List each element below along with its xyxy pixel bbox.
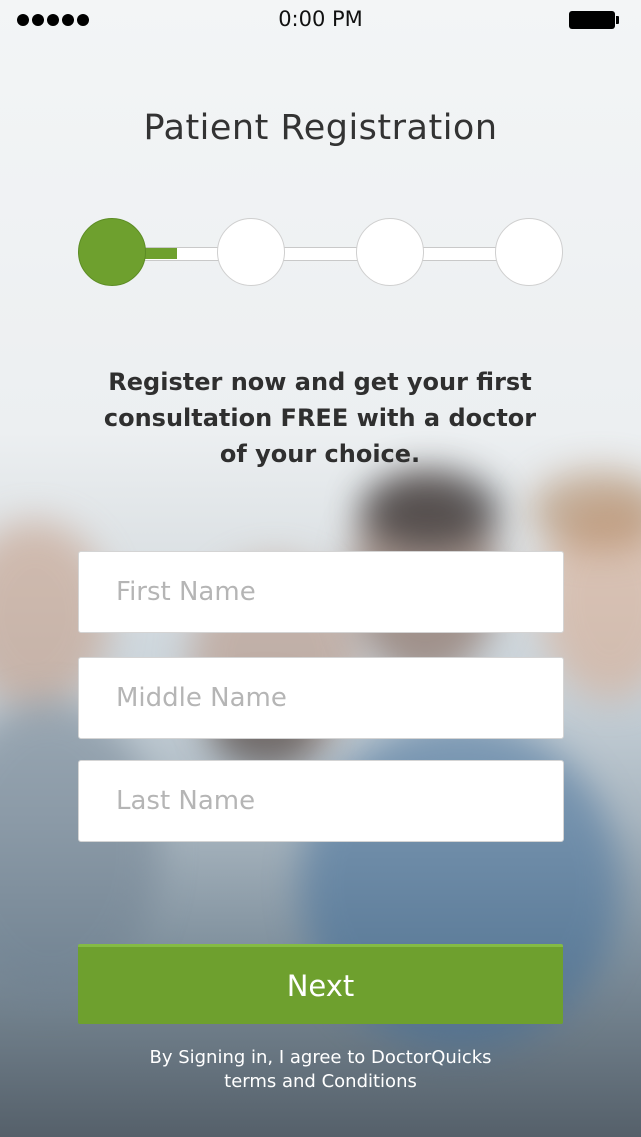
last-name-input[interactable]	[79, 761, 563, 841]
progress-stepper	[78, 218, 564, 290]
terms-link[interactable]: By Signing in, I agree to DoctorQuicks t…	[0, 1046, 641, 1094]
middle-name-field	[78, 657, 564, 739]
registration-screen: 0:00 PM Patient Registration Register no…	[0, 0, 641, 1137]
status-bar: 0:00 PM	[0, 0, 641, 40]
background-image	[360, 470, 500, 550]
promo-text: Register now and get your first consulta…	[80, 364, 560, 472]
terms-line: terms and Conditions	[224, 1071, 417, 1092]
page-title: Patient Registration	[143, 108, 498, 148]
promo-line: of your choice.	[219, 440, 421, 468]
terms-line: By Signing in, I agree to DoctorQuicks	[149, 1047, 492, 1068]
first-name-input[interactable]	[79, 552, 563, 632]
promo-line: Register now and get your first	[108, 368, 532, 396]
step-2	[217, 218, 285, 286]
middle-name-input[interactable]	[79, 658, 563, 738]
step-3	[356, 218, 424, 286]
battery-icon	[569, 11, 619, 29]
first-name-field	[78, 551, 564, 633]
promo-line: consultation FREE with a doctor	[103, 404, 537, 432]
last-name-field	[78, 760, 564, 842]
status-time: 0:00 PM	[278, 7, 363, 31]
step-1	[78, 218, 146, 286]
next-button[interactable]: Next	[78, 944, 563, 1024]
background-image	[530, 470, 641, 550]
step-4	[495, 218, 563, 286]
